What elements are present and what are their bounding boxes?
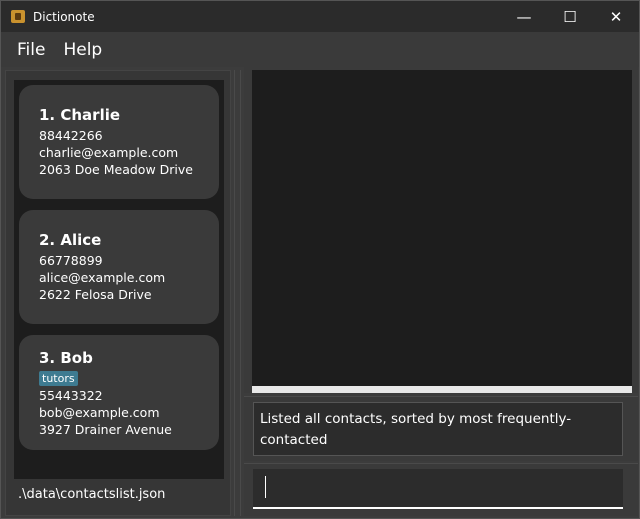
minimize-button[interactable]: — (501, 1, 547, 32)
contact-card-2[interactable]: 2. Alice 66778899 alice@example.com 2622… (19, 210, 219, 324)
menu-bar: File Help (1, 32, 639, 67)
contact-address: 2063 Doe Meadow Drive (39, 162, 193, 177)
split-pane-divider[interactable] (234, 70, 241, 516)
maximize-icon: ☐ (563, 7, 577, 26)
window-title: Dictionote (33, 9, 95, 24)
contact-list-panel: 1. Charlie 88442266 charlie@example.com … (5, 70, 231, 516)
browser-scrollbar[interactable] (252, 386, 632, 393)
contact-phone: 66778899 (39, 253, 103, 268)
menu-help[interactable]: Help (63, 40, 102, 60)
menu-file[interactable]: File (17, 40, 45, 60)
window-controls: — ☐ ✕ (501, 1, 639, 32)
contact-card-1[interactable]: 1. Charlie 88442266 charlie@example.com … (19, 85, 219, 199)
contact-name: 1. Charlie (39, 106, 121, 124)
app-window: Dictionote — ☐ ✕ File Help 1. Charlie 88… (0, 0, 640, 519)
save-file-path: .\data\contactslist.json (18, 487, 166, 502)
browser-panel (244, 66, 638, 393)
close-icon: ✕ (609, 7, 623, 26)
contact-email: charlie@example.com (39, 145, 179, 160)
contact-email: alice@example.com (39, 270, 166, 285)
contact-tag: tutors (39, 371, 78, 386)
text-caret (265, 476, 266, 498)
contact-name: 2. Alice (39, 231, 102, 249)
command-input[interactable] (253, 469, 623, 509)
contact-email: bob@example.com (39, 405, 160, 420)
maximize-button[interactable]: ☐ (547, 1, 593, 32)
app-icon (11, 10, 25, 23)
result-display: Listed all contacts, sorted by most freq… (253, 402, 623, 456)
contact-address: 2622 Felosa Drive (39, 287, 152, 302)
contact-phone: 88442266 (39, 128, 103, 143)
contact-list[interactable]: 1. Charlie 88442266 charlie@example.com … (14, 80, 224, 479)
command-panel (244, 463, 638, 516)
result-panel: Listed all contacts, sorted by most freq… (244, 396, 638, 461)
contact-name: 3. Bob (39, 349, 93, 367)
contact-phone: 55443322 (39, 388, 103, 403)
contact-card-3[interactable]: 3. Bob tutors 55443322 bob@example.com 3… (19, 335, 219, 450)
contact-address: 3927 Drainer Avenue (39, 422, 172, 437)
title-bar: Dictionote — ☐ ✕ (1, 1, 639, 32)
close-button[interactable]: ✕ (593, 1, 639, 32)
browser-view[interactable] (252, 70, 632, 386)
minimize-icon: — (516, 7, 532, 26)
